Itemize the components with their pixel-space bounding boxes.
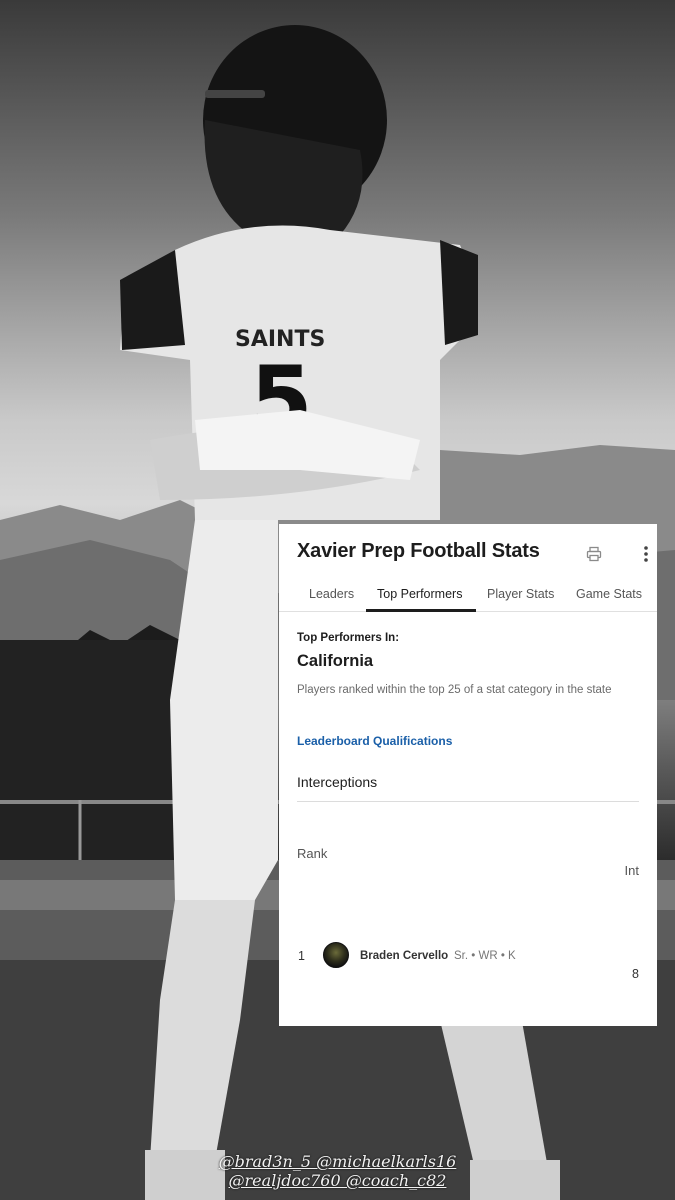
- active-tab-indicator: [366, 609, 476, 612]
- section-label: Top Performers In:: [297, 632, 400, 644]
- caption-line-1[interactable]: @brad3n_5 @michaelkarls16: [0, 1152, 675, 1171]
- stat-category-title: Interceptions: [297, 774, 378, 790]
- more-vertical-icon[interactable]: [635, 543, 657, 565]
- card-header: Xavier Prep Football Stats: [297, 540, 648, 570]
- region-description: Players ranked within the top 25 of a st…: [297, 684, 612, 696]
- caption: @brad3n_5 @michaelkarls16 @realjdoc760 @…: [0, 1152, 675, 1190]
- row-rank: 1: [298, 949, 305, 963]
- leaderboard-qualifications-link[interactable]: Leaderboard Qualifications: [297, 734, 452, 748]
- tab-leaders[interactable]: Leaders: [309, 587, 354, 612]
- tab-player-stats[interactable]: Player Stats: [487, 587, 554, 612]
- player-meta: Sr. • WR • K: [454, 950, 516, 962]
- print-icon[interactable]: [583, 543, 605, 565]
- caption-line-2[interactable]: @realjdoc760 @coach_c82: [0, 1171, 675, 1190]
- column-header-int: Int: [624, 863, 639, 878]
- avatar: [323, 942, 349, 968]
- region-title: California: [297, 652, 374, 670]
- table-row[interactable]: 1 Braden Cervello Sr. • WR • K 8: [279, 936, 657, 996]
- stats-card: Xavier Prep Football Stats Leaders Top P…: [279, 524, 657, 1026]
- row-value: 8: [632, 967, 639, 981]
- card-title: Xavier Prep Football Stats: [297, 540, 540, 562]
- tab-game-stats[interactable]: Game Stats: [576, 587, 642, 612]
- player-name[interactable]: Braden Cervello: [360, 950, 448, 962]
- column-header-rank: Rank: [297, 846, 328, 861]
- divider: [297, 801, 639, 802]
- tab-bar: Leaders Top Performers Player Stats Game…: [279, 582, 657, 612]
